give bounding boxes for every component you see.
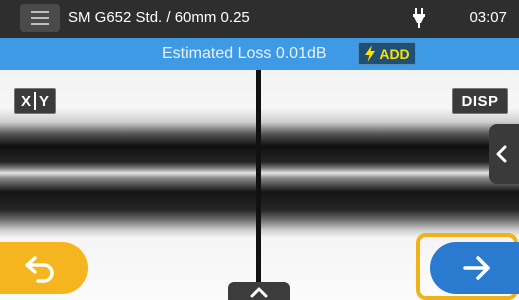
y-label: Y bbox=[39, 92, 50, 110]
estimated-loss-text: Estimated Loss 0.01dB bbox=[162, 45, 327, 62]
return-arrow-icon bbox=[25, 256, 54, 283]
plug-icon bbox=[413, 8, 425, 28]
lightning-icon bbox=[365, 45, 376, 62]
side-panel-tab[interactable] bbox=[489, 124, 519, 184]
splicer-screen: SM G652 Std. / 60mm 0.25 03:07 Estimated… bbox=[0, 0, 519, 300]
x-label: X bbox=[20, 92, 31, 110]
splice-point-line bbox=[256, 70, 261, 300]
bottom-panel-tab[interactable] bbox=[228, 282, 290, 300]
splice-mode-title: SM G652 Std. / 60mm 0.25 bbox=[68, 9, 250, 26]
display-button[interactable]: DISP bbox=[452, 88, 508, 114]
back-button[interactable] bbox=[0, 242, 88, 294]
menu-icon-line bbox=[31, 11, 49, 13]
xy-view-button[interactable]: X Y bbox=[14, 88, 56, 114]
add-button[interactable]: ADD bbox=[358, 42, 416, 65]
estimated-loss-banner: Estimated Loss 0.01dB ADD bbox=[0, 38, 519, 70]
disp-label: DISP bbox=[461, 92, 499, 110]
status-bar: SM G652 Std. / 60mm 0.25 03:07 bbox=[0, 0, 519, 38]
chevron-left-icon bbox=[496, 145, 507, 163]
chevron-up-icon bbox=[250, 287, 268, 298]
xy-separator bbox=[34, 92, 36, 110]
clock: 03:07 bbox=[469, 9, 507, 26]
menu-button[interactable] bbox=[20, 4, 60, 32]
add-label: ADD bbox=[379, 45, 410, 62]
menu-icon-line bbox=[31, 23, 49, 25]
arrow-right-icon bbox=[462, 256, 490, 280]
next-button[interactable] bbox=[430, 242, 519, 294]
menu-icon-line bbox=[31, 17, 49, 19]
